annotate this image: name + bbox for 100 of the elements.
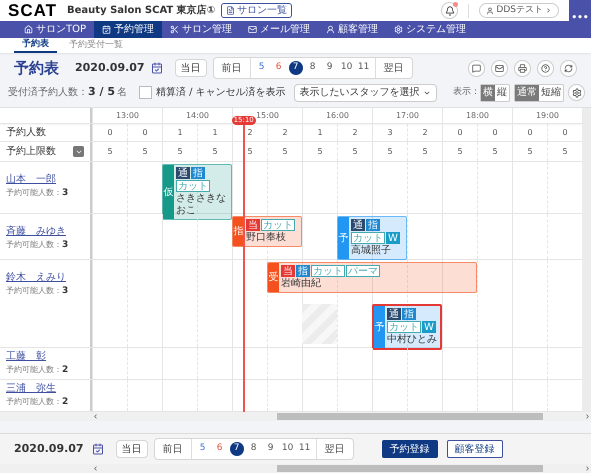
nav-tab[interactable]: 予約管理 — [94, 21, 162, 38]
nav-tab[interactable]: システム管理 — [386, 21, 474, 38]
today-button[interactable]: 当日 — [116, 440, 148, 458]
next-day-button[interactable]: 翌日 — [316, 439, 353, 459]
slot-count: 2 — [282, 126, 288, 138]
slot-count: 5 — [247, 146, 253, 158]
scroll-left-icon[interactable] — [92, 465, 99, 472]
service-tag: カット — [387, 321, 421, 333]
scissors-icon — [170, 25, 180, 34]
print-icon[interactable] — [514, 60, 531, 76]
slot-count: 5 — [282, 146, 288, 158]
slot-count: 0 — [107, 126, 113, 138]
sub-tab[interactable]: 予約表 — [14, 38, 57, 53]
mode-toggle[interactable]: 通常 — [515, 84, 539, 100]
salon-list-button[interactable]: サロン一覧 — [221, 3, 292, 18]
calendar-icon[interactable] — [92, 443, 104, 455]
orientation-toggle[interactable]: 横 — [481, 84, 495, 100]
slot-count: 5 — [562, 146, 568, 158]
staff-name-link[interactable]: 鈴木 えみり — [6, 270, 90, 285]
hour-label: 17:00 — [396, 110, 420, 122]
staff-name-link[interactable]: 三浦 弥生 — [6, 381, 90, 396]
status-label: 受 — [268, 263, 279, 292]
day-button[interactable]: 8 — [246, 442, 261, 456]
day-button[interactable]: 7 — [230, 442, 244, 456]
mode-toggle[interactable]: 短縮 — [539, 84, 563, 100]
calendar-icon[interactable] — [150, 62, 163, 74]
day-button[interactable]: 6 — [212, 442, 227, 456]
next-day-button[interactable]: 翌日 — [374, 58, 412, 78]
day-button[interactable]: 9 — [264, 442, 278, 456]
scroll-right-icon[interactable] — [584, 465, 591, 472]
day-button[interactable]: 11 — [356, 61, 371, 75]
mail-icon[interactable] — [491, 60, 508, 76]
day-button[interactable]: 10 — [340, 61, 354, 75]
slot-count: 1 — [177, 126, 183, 138]
hour-label: 14:00 — [186, 110, 210, 122]
status-label: 予 — [374, 306, 385, 348]
customer-name: 岩崎由紀 — [281, 278, 322, 290]
nav-tab[interactable]: 顧客管理 — [318, 21, 386, 38]
scroll-right-icon[interactable] — [584, 413, 591, 420]
nav-tab[interactable]: メール管理 — [240, 21, 318, 38]
staff-name-link[interactable]: 斉藤 みゆき — [6, 224, 90, 239]
notification-button[interactable] — [441, 2, 458, 19]
scroll-left-icon[interactable] — [92, 413, 99, 420]
service-tag: カット — [261, 219, 295, 231]
service-tag: 指 — [296, 265, 310, 277]
slot-count: 2 — [422, 126, 428, 138]
day-button[interactable]: 5 — [196, 442, 210, 456]
settings-icon — [394, 25, 404, 34]
slot-count: 5 — [527, 146, 533, 158]
slot-count: 5 — [107, 146, 113, 158]
service-tag: 通 — [176, 167, 190, 179]
sub-tab[interactable]: 予約受付一覧 — [61, 38, 131, 53]
staff-name-link[interactable]: 工藤 彰 — [6, 349, 90, 364]
appointment-card[interactable]: 予 通 指 カット W 高城照子 — [337, 216, 407, 260]
slot-count: 5 — [492, 146, 498, 158]
service-tag: W — [386, 232, 400, 244]
day-button[interactable]: 7 — [288, 61, 303, 75]
help-icon[interactable] — [537, 60, 554, 76]
service-tag: 通 — [351, 219, 365, 231]
day-button[interactable]: 11 — [298, 442, 312, 456]
scrollbar-thumb[interactable] — [277, 465, 543, 472]
status-label: 指 — [233, 217, 244, 246]
service-tag: パーマ — [346, 265, 380, 277]
nav-tab[interactable]: サロンTOP — [16, 21, 94, 38]
service-tag: 当 — [281, 265, 295, 277]
scrollbar-thumb[interactable] — [277, 413, 543, 420]
checkbox[interactable] — [138, 86, 152, 99]
slot-count: 5 — [422, 146, 428, 158]
day-button[interactable]: 5 — [254, 61, 269, 75]
slot-count: 5 — [212, 146, 218, 158]
service-tag: W — [422, 321, 436, 333]
user-button[interactable]: DDSテスト — [479, 3, 559, 18]
day-button[interactable]: 9 — [322, 61, 337, 75]
orientation-toggle[interactable]: 縦 — [495, 84, 509, 100]
previous-day-button[interactable]: 前日 — [154, 439, 192, 459]
staff-name-link[interactable]: 山本 一郎 — [6, 172, 90, 187]
today-button[interactable]: 当日 — [174, 59, 207, 77]
service-tag: カット — [176, 180, 210, 192]
day-button[interactable]: 8 — [306, 61, 320, 75]
nav-tab[interactable]: サロン管理 — [162, 21, 240, 38]
previous-day-button[interactable]: 前日 — [214, 58, 251, 78]
customer-register-button[interactable]: 顧客登録 — [446, 440, 503, 458]
slot-count: 5 — [457, 146, 463, 158]
reservation-register-button[interactable]: 予約登録 — [382, 440, 438, 458]
row-label: 予約上限数 — [6, 144, 56, 159]
slot-count: 0 — [562, 126, 568, 138]
day-button[interactable]: 6 — [272, 61, 286, 75]
settings-icon[interactable] — [568, 84, 585, 101]
appointment-card[interactable]: 予 通 指 カット W 中村ひとみ — [372, 304, 442, 350]
service-tag: 通 — [387, 308, 401, 320]
day-button[interactable]: 10 — [280, 442, 295, 456]
refresh-icon[interactable] — [560, 60, 577, 76]
hour-label: 18:00 — [466, 110, 490, 122]
collapse-button[interactable] — [73, 146, 84, 157]
comment-icon[interactable] — [468, 60, 485, 76]
blocked-slot — [302, 304, 337, 344]
capacity-text: 予約可能人数：3 — [6, 239, 70, 252]
staff-select[interactable]: 表示したいスタッフを選択 — [294, 84, 437, 102]
more-button[interactable]: ••• — [569, 0, 591, 38]
appointment-card[interactable]: 受 当 指 カット パーマ 岩崎由紀 — [267, 262, 477, 293]
